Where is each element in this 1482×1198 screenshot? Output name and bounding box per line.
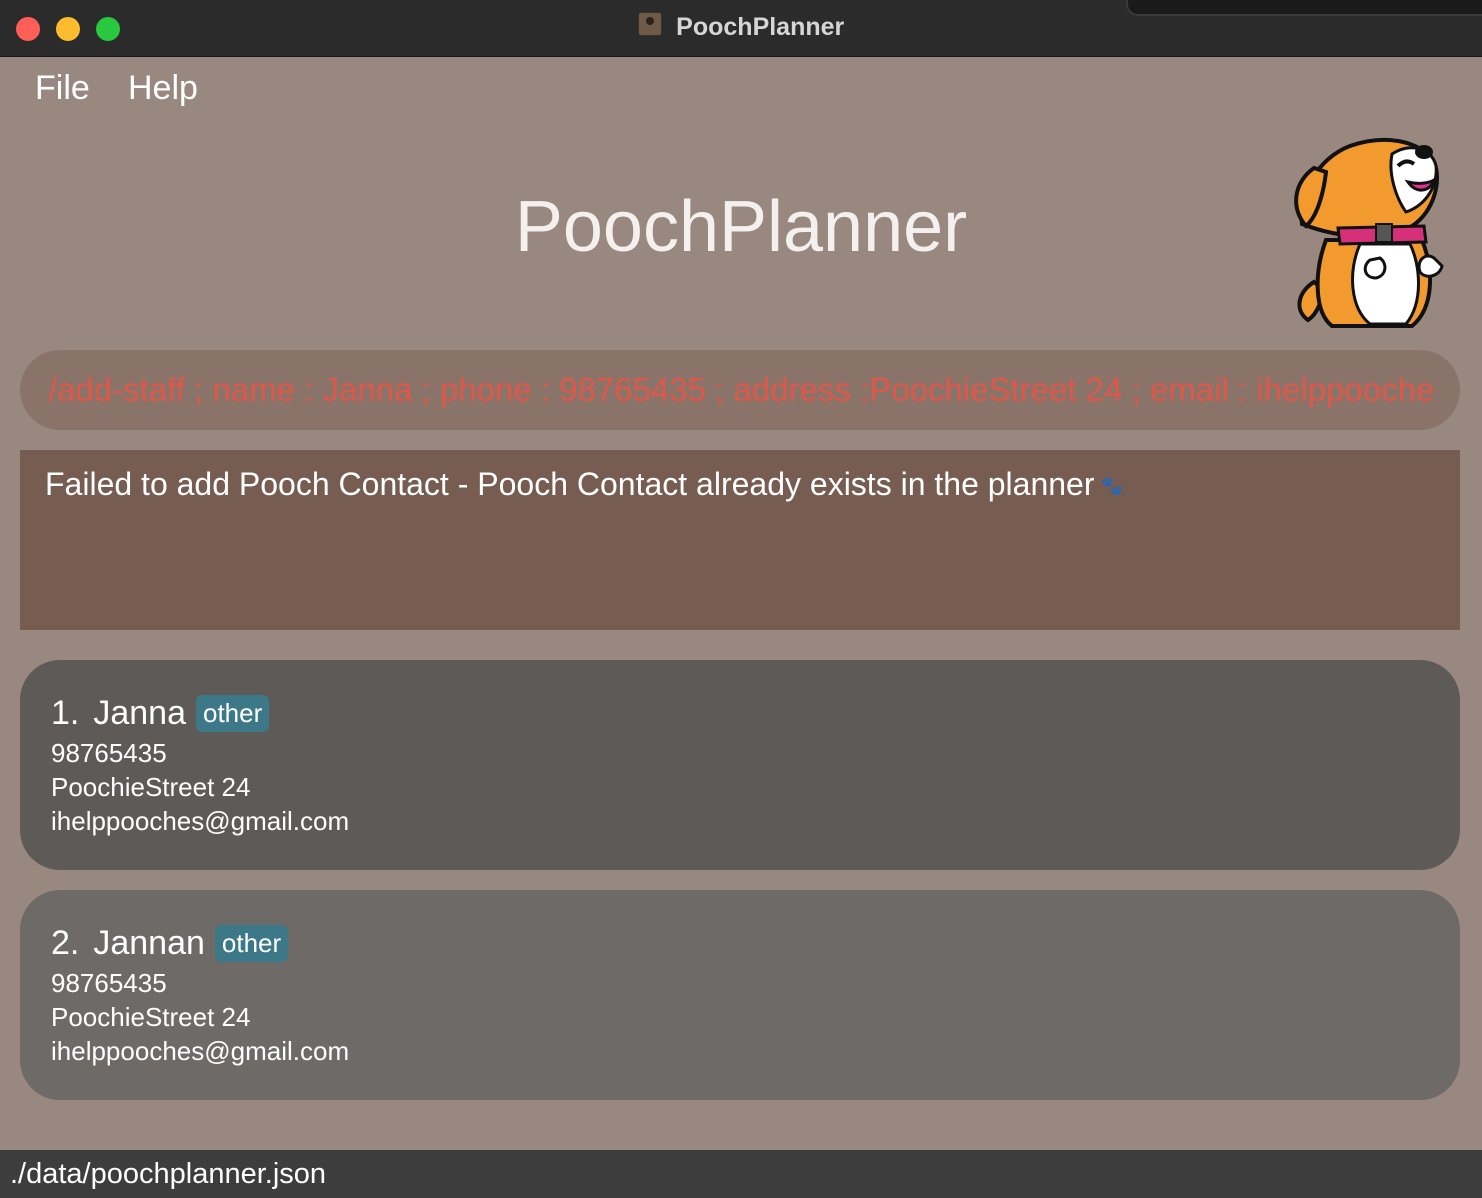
app-heading: PoochPlanner [514, 187, 968, 267]
contact-address: PoochieStreet 24 [51, 1002, 251, 1032]
paw-icon: 🐾 [1100, 476, 1123, 497]
dog-mascot-icon [1294, 138, 1444, 328]
contact-index: 2. [51, 924, 80, 962]
overlapping-window-edge [1126, 0, 1482, 16]
menu-bar: File Help [0, 57, 1482, 119]
result-message: Failed to add Pooch Contact - Pooch Cont… [45, 466, 1095, 502]
data-file-path: ./data/poochplanner.json [10, 1158, 327, 1190]
app-icon [637, 12, 662, 36]
result-message-row: Failed to add Pooch Contact - Pooch Cont… [45, 466, 1123, 503]
contact-address: PoochieStreet 24 [51, 772, 251, 802]
contact-tag: other [196, 695, 270, 732]
contact-tag: other [214, 925, 289, 962]
contact-index: 1. [51, 694, 80, 732]
result-display: Failed to add Pooch Contact - Pooch Cont… [20, 450, 1460, 630]
contact-card[interactable]: 2. Jannan other 98765435 PoochieStreet 24 … [20, 890, 1460, 1100]
status-bar: ./data/poochplanner.json [0, 1150, 1482, 1198]
contact-name: Janna [93, 694, 186, 732]
contact-email: ihelppooches@gmail.com [51, 1036, 350, 1066]
menu-help[interactable]: Help [128, 69, 198, 108]
contact-header: 2. Jannan other [51, 924, 289, 968]
contact-header: 1. Janna other [51, 694, 270, 738]
contact-card[interactable]: 1. Janna other 98765435 PoochieStreet 24 i… [20, 660, 1460, 870]
contact-phone: 98765435 [51, 968, 167, 998]
contact-email: ihelppooches@gmail.com [51, 806, 350, 836]
app-window: PoochPlanner File Help PoochPlanner /add… [0, 0, 1482, 1198]
contact-phone: 98765435 [51, 738, 167, 768]
contact-name: Jannan [93, 924, 205, 962]
menu-file[interactable]: File [35, 69, 90, 108]
command-input[interactable] [48, 350, 1434, 430]
window-title-group: PoochPlanner [0, 12, 1482, 44]
command-box [20, 350, 1460, 430]
title-bar: PoochPlanner [0, 0, 1482, 57]
window-title: PoochPlanner [676, 13, 845, 41]
